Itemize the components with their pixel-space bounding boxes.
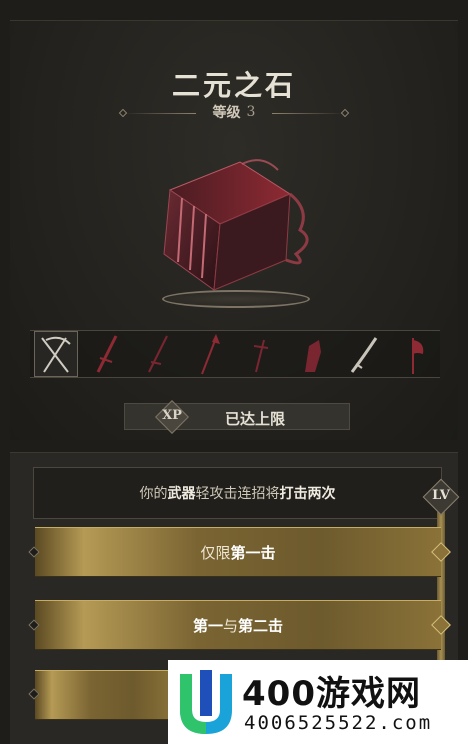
weapon-slot-gauntlet[interactable] [290,331,334,377]
weapon-slot-katana[interactable] [341,331,385,377]
lv-label: LV [432,488,450,503]
desc-highlight: 打击两次 [279,486,336,502]
ornament-line [272,113,344,114]
xp-status-bar: XP 已达上限 [124,400,350,434]
ornament-line [124,113,196,114]
watermark-phone: 4006525522.com [244,712,433,734]
weapon-slot-dagger[interactable] [239,331,283,377]
scythe-icon [40,336,71,373]
level-value: 3 [246,104,256,120]
tier-row[interactable]: 第一与第二击 [35,600,441,650]
level-row: 等级 3 [118,100,350,124]
weapon-slot-sword[interactable] [136,331,180,377]
level-label: 等级 [212,105,241,121]
tier-text: 仅限 [200,543,231,562]
spear-icon [201,334,221,375]
pedestal [162,290,310,308]
desc-text: 轻攻击连招将 [195,486,280,502]
tier-row[interactable]: 仅限 第一击 [35,527,441,577]
weapon-slot-scythe[interactable] [33,331,78,377]
watermark-logo-icon [180,670,232,734]
tier-highlight: 第一击 [230,543,276,562]
gauntlet-icon [304,340,321,372]
sword-icon [96,335,118,373]
tier-text: 与 [222,616,238,635]
tier-highlight: 第一 [192,616,223,635]
item-title: 二元之石 [171,69,296,102]
desc-highlight: 武器 [167,486,196,502]
tier-highlight: 第二击 [238,616,284,635]
watermark: 400游戏网 4006525522.com [168,660,468,744]
weapon-slot-spear[interactable] [187,331,231,377]
lv-badge: LV [422,478,460,516]
sword-icon [148,335,169,373]
weapon-slot-sword[interactable] [85,331,129,377]
watermark-name: 400游戏网 [242,674,421,714]
katana-icon [350,337,378,373]
xp-label: XP [162,408,182,423]
xp-badge: XP [155,400,189,434]
dagger-icon [253,339,268,373]
desc-text: 你的 [139,486,168,502]
tier-row[interactable] [35,670,175,720]
weapon-strip [30,330,440,378]
dual-stone-icon [150,150,320,310]
weapon-slot-axe[interactable] [392,331,436,377]
ornament-diamond [340,108,350,118]
upgrade-description: 你的 武器 轻攻击连招将 打击两次 [33,467,442,519]
axe-icon [412,338,424,374]
xp-status: 已达上限 [225,410,286,428]
